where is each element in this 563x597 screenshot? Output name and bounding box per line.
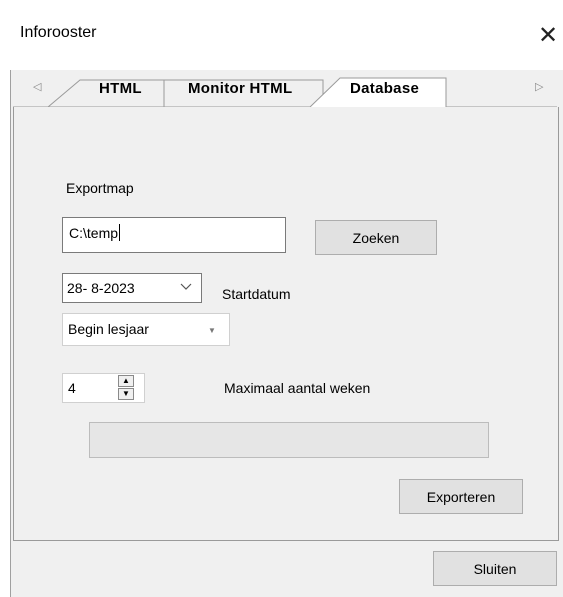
export-folder-label: Exportmap <box>66 180 134 196</box>
chevron-down-icon[interactable] <box>179 282 193 292</box>
export-folder-value: C:\temp <box>69 225 119 241</box>
weeks-label: Maximaal aantal weken <box>224 380 371 396</box>
tab-html[interactable]: HTML <box>99 80 142 97</box>
text-caret <box>119 224 121 241</box>
export-progress-bar <box>89 422 489 458</box>
start-date-value: 28- 8-2023 <box>67 280 135 296</box>
weeks-spinner[interactable]: 4 ▲ ▼ <box>62 373 145 403</box>
tab-monitor-html[interactable]: Monitor HTML <box>188 80 292 97</box>
start-date-picker[interactable]: 28- 8-2023 <box>62 273 202 303</box>
tab-scroll-right-icon[interactable]: ▷ <box>535 80 543 93</box>
spin-down-icon[interactable]: ▼ <box>118 388 134 400</box>
start-option-value: Begin lesjaar <box>68 321 149 337</box>
weeks-value: 4 <box>68 380 76 396</box>
export-folder-input[interactable]: C:\temp <box>62 217 286 253</box>
tab-database[interactable]: Database <box>350 80 419 97</box>
start-date-label: Startdatum <box>222 286 291 302</box>
spin-up-icon[interactable]: ▲ <box>118 375 134 387</box>
dropdown-arrow-icon: ▼ <box>208 326 216 335</box>
tab-scroll-left-icon[interactable]: ◁ <box>33 80 41 93</box>
export-button[interactable]: Exporteren <box>399 479 523 514</box>
close-button[interactable]: Sluiten <box>433 551 557 586</box>
browse-button[interactable]: Zoeken <box>315 220 437 255</box>
dialog-window: Inforooster ✕ ◁ ▷ HTML Monitor HTML Data… <box>0 0 563 597</box>
start-option-dropdown[interactable]: Begin lesjaar ▼ <box>62 313 230 346</box>
